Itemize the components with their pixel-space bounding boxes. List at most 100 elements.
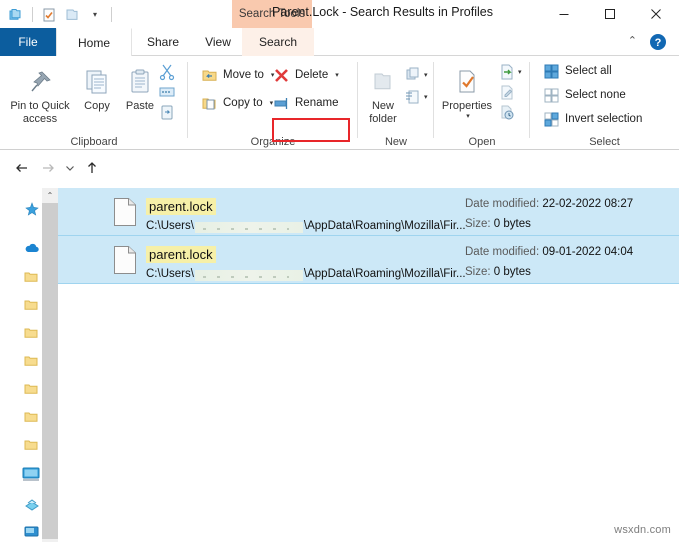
up-button[interactable] — [82, 158, 102, 178]
ribbon: Pin to Quick access Copy Paste Clipboard… — [0, 56, 679, 150]
delete-button[interactable]: Delete ▾ — [272, 66, 339, 84]
properties-button[interactable]: Properties ▾ — [436, 64, 498, 121]
new-small-icons: ▾ ▾ — [404, 64, 428, 108]
onedrive-icon[interactable] — [24, 240, 40, 256]
chevron-down-icon: ▾ — [424, 72, 428, 79]
scroll-up-button[interactable]: ⌃ — [42, 188, 58, 203]
easy-access-button[interactable]: ▾ — [404, 86, 428, 108]
delete-label: Delete — [295, 69, 329, 81]
copy-icon — [83, 64, 111, 100]
edit-button[interactable] — [498, 82, 522, 102]
qat-separator-2 — [111, 7, 112, 22]
pin-label-line2: access — [22, 112, 58, 125]
cut-button[interactable] — [158, 62, 176, 82]
tab-view[interactable]: View — [194, 28, 242, 56]
new-folder-icon — [370, 64, 396, 100]
ribbon-group-clipboard: Pin to Quick access Copy Paste Clipboard — [0, 56, 188, 150]
quick-access-icon[interactable] — [24, 202, 40, 218]
copy-button[interactable]: Copy — [76, 64, 118, 113]
select-all-button[interactable]: Select all — [542, 62, 612, 80]
chevron-down-icon[interactable]: ▾ — [335, 71, 339, 79]
paste-shortcut-button[interactable] — [158, 102, 176, 122]
tab-home[interactable]: Home — [56, 28, 132, 56]
folder-icon-5[interactable] — [24, 382, 40, 398]
paste-button[interactable]: Paste — [118, 64, 162, 113]
window-controls — [541, 0, 679, 28]
maximize-button[interactable] — [587, 0, 633, 28]
copy-to-label: Copy to — [223, 97, 263, 109]
folder-icon-4[interactable] — [24, 354, 40, 370]
move-to-icon — [200, 66, 218, 84]
scrollbar-thumb[interactable] — [42, 203, 58, 539]
folder-icon-6[interactable] — [24, 410, 40, 426]
paste-icon — [126, 64, 154, 100]
title-bar: ▾ Search Tools Parent.Lock - Search Resu… — [0, 0, 679, 28]
quick-access-toolbar: ▾ — [6, 4, 115, 25]
pin-to-quick-access-button[interactable]: Pin to Quick access — [4, 64, 76, 125]
copy-path-button[interactable] — [158, 82, 176, 102]
clipboard-small-icons — [158, 62, 176, 122]
chevron-down-icon: ▾ — [518, 69, 522, 76]
ribbon-group-label-select: Select — [589, 136, 620, 148]
table-row[interactable]: parent.lock C:\Users\ \AppData\Roaming\M… — [58, 236, 679, 284]
forward-button — [38, 158, 58, 178]
file-explorer-window: ▾ Search Tools Parent.Lock - Search Resu… — [0, 0, 679, 542]
date-modified-label: Date modified: — [465, 198, 540, 210]
open-small-icons: ▾ — [498, 62, 522, 122]
rename-label: Rename — [295, 97, 339, 109]
history-button[interactable] — [498, 102, 522, 122]
tab-search[interactable]: Search — [242, 28, 314, 56]
folder-icon-7[interactable] — [24, 438, 40, 454]
folder-icon-1[interactable] — [24, 270, 40, 286]
properties-icon — [453, 64, 481, 100]
file-name: parent.lock — [146, 198, 216, 215]
chevron-down-icon[interactable]: ▾ — [466, 113, 470, 121]
close-button[interactable] — [633, 0, 679, 28]
date-modified-value: 22-02-2022 08:27 — [542, 198, 634, 210]
new-item-button[interactable]: ▾ — [404, 64, 428, 86]
copy-label: Copy — [84, 100, 110, 112]
size-value: 0 bytes — [493, 266, 531, 278]
tab-share[interactable]: Share — [132, 28, 194, 56]
ribbon-tab-strip: File Home Share View Search ⌃ ? — [0, 28, 679, 56]
folder-icon-2[interactable] — [24, 298, 40, 314]
paste-label: Paste — [125, 100, 155, 112]
size-value: 0 bytes — [493, 218, 531, 230]
navigation-pane-scrollbar[interactable]: ⌃ — [42, 188, 58, 542]
back-button[interactable] — [12, 158, 32, 178]
this-pc-icon[interactable] — [22, 466, 40, 482]
properties-icon[interactable] — [39, 5, 59, 25]
recent-locations-button[interactable] — [60, 158, 80, 178]
minimize-button[interactable] — [541, 0, 587, 28]
new-folder-icon[interactable] — [62, 5, 82, 25]
qat-customize-caret[interactable]: ▾ — [85, 5, 105, 25]
file-size: Size: 0 bytes — [465, 218, 531, 230]
select-none-label: Select none — [565, 89, 626, 101]
move-to-button[interactable]: Move to ▾ — [200, 66, 274, 84]
select-all-icon — [542, 62, 560, 80]
open-button[interactable]: ▾ — [498, 62, 522, 82]
copy-to-button[interactable]: Copy to ▾ — [200, 94, 273, 112]
drive-icon[interactable] — [24, 524, 40, 540]
file-path: C:\Users\ \AppData\Roaming\Mozilla\Fir..… — [146, 220, 466, 233]
file-icon — [113, 197, 137, 227]
explorer-icon[interactable] — [6, 5, 26, 25]
new-folder-button[interactable]: New folder — [360, 64, 406, 125]
table-row[interactable]: parent.lock C:\Users\ \AppData\Roaming\M… — [58, 188, 679, 236]
watermark: wsxdn.com — [614, 524, 671, 536]
select-none-button[interactable]: Select none — [542, 86, 626, 104]
ribbon-group-open: Properties ▾ ▾ Open — [434, 56, 530, 150]
file-name: parent.lock — [146, 246, 216, 263]
folder-icon-3[interactable] — [24, 326, 40, 342]
ribbon-collapse-button[interactable]: ⌃ — [628, 34, 637, 47]
new-folder-label-line1: New — [371, 100, 394, 112]
move-to-label: Move to — [223, 69, 264, 81]
tab-file[interactable]: File — [0, 28, 56, 56]
ribbon-group-label-clipboard: Clipboard — [70, 136, 118, 148]
rename-button[interactable]: Rename — [272, 94, 338, 112]
tab-view-label: View — [205, 35, 231, 49]
network-icon[interactable] — [24, 496, 40, 512]
invert-selection-button[interactable]: Invert selection — [542, 110, 642, 128]
svg-text:?: ? — [655, 37, 662, 49]
help-button[interactable]: ? — [649, 33, 667, 51]
